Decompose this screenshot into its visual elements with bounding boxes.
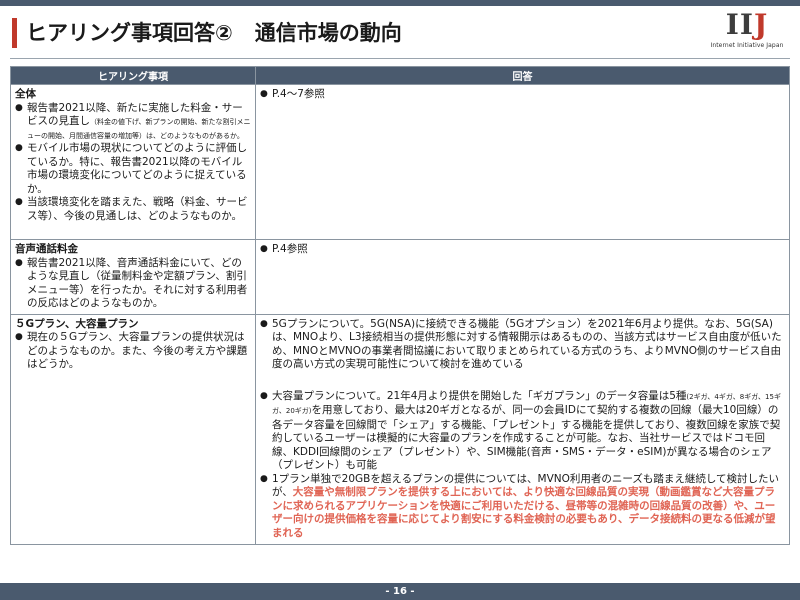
highlighted-answer-text: 大容量や無制限プランを提供する上においては、より快適な回線品質の実現（動画鑑賞な… [272,486,776,539]
question-list: 報告書2021以降、音声通話料金にいて、どのような見直し（従量制料金や定額プラン… [15,257,251,311]
answer-list: 5Gプランについて。5G(NSA)に接続できる機能（5Gオプション）を2021年… [260,318,785,541]
answer-list: P.4〜7参照 [260,88,785,102]
answer-list: P.4参照 [260,243,785,257]
question-item: モバイル市場の現状についてどのように評価しているか。特に、報告書2021以降のモ… [15,142,251,196]
page-title: ヒアリング事項回答② 通信市場の動向 [26,17,402,47]
answer-item: 1プラン単独で20GBを超えるプランの提供については、MVNO利用者のニーズも踏… [260,473,785,541]
answer-item: P.4〜7参照 [260,88,785,102]
page-number: - 16 - [385,586,415,597]
table-row: ５Gプラン、大容量プラン 現在の５Gプラン、大容量プランの提供状況はどのようなも… [10,313,790,545]
answer-cell: 5Gプランについて。5G(NSA)に接続できる機能（5Gオプション）を2021年… [255,313,790,545]
header-divider [10,58,790,59]
question-item: 報告書2021以降、新たに実施した料金・サービスの見直し（料金の値下げ、新プラン… [15,102,251,143]
answer-cell: P.4参照 [255,239,790,315]
section-title: 全体 [15,88,36,100]
question-item: 報告書2021以降、音声通話料金にいて、どのような見直し（従量制料金や定額プラン… [15,257,251,311]
logo-mark: IIJ [725,8,769,41]
question-cell: ５Gプラン、大容量プラン 現在の５Gプラン、大容量プランの提供状況はどのようなも… [10,313,256,545]
table-row: 音声通話料金 報告書2021以降、音声通話料金にいて、どのような見直し（従量制料… [10,239,790,315]
answer-item: 5Gプランについて。5G(NSA)に接続できる機能（5Gオプション）を2021年… [260,318,785,372]
iij-logo: IIJ Internet Initiative Japan [705,10,789,54]
title-subtitle: 通信市場の動向 [254,21,402,45]
question-list: 報告書2021以降、新たに実施した料金・サービスの見直し（料金の値下げ、新プラン… [15,102,251,224]
answer-cell: P.4〜7参照 [255,84,790,240]
section-title: ５Gプラン、大容量プラン [15,317,139,330]
question-list: 現在の５Gプラン、大容量プランの提供状況はどのようなものか。また、今後の考え方や… [15,331,251,372]
title-main: ヒアリング事項回答② [26,21,233,45]
question-cell: 音声通話料金 報告書2021以降、音声通話料金にいて、どのような見直し（従量制料… [10,239,256,315]
logo-tagline: Internet Initiative Japan [710,42,784,49]
question-item: 当該環境変化を踏まえた、戦略（料金、サービス等）、今後の見通しは、どのようなもの… [15,196,251,223]
title-accent-bar [12,18,17,48]
table-row: 全体 報告書2021以降、新たに実施した料金・サービスの見直し（料金の値下げ、新… [10,84,790,240]
question-cell: 全体 報告書2021以降、新たに実施した料金・サービスの見直し（料金の値下げ、新… [10,84,256,240]
table-header-row: ヒアリング事項 回答 [10,66,790,85]
column-header-question: ヒアリング事項 [10,66,256,85]
answer-item: P.4参照 [260,243,785,257]
question-item: 現在の５Gプラン、大容量プランの提供状況はどのようなものか。また、今後の考え方や… [15,331,251,372]
section-title: 音声通話料金 [15,243,78,255]
hearing-table: ヒアリング事項 回答 全体 報告書2021以降、新たに実施した料金・サービスの見… [10,66,790,545]
answer-item: 大容量プランについて。21年4月より提供を開始した「ギガプラン」のデータ容量は5… [260,390,785,473]
top-bar [0,0,800,6]
footer-bar: - 16 - [0,583,800,600]
column-header-answer: 回答 [255,66,790,85]
